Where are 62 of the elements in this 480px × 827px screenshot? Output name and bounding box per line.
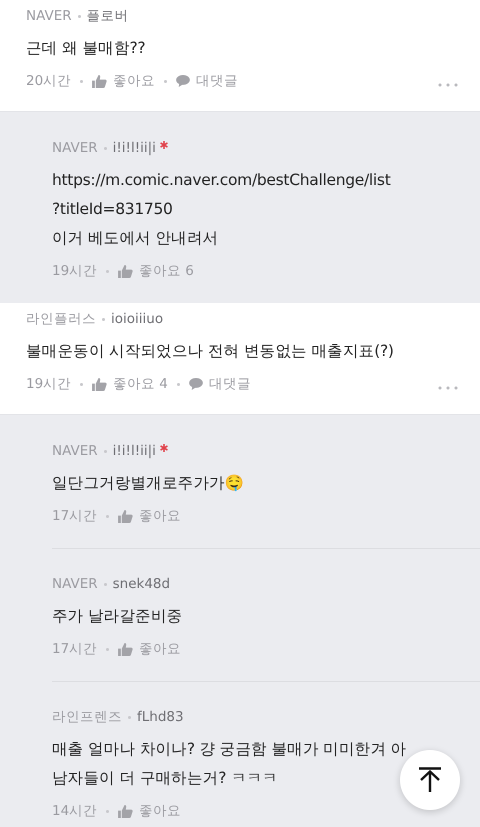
like-button[interactable]: 좋아요	[113, 375, 156, 393]
speech-bubble-icon[interactable]	[176, 75, 190, 87]
dot-separator	[106, 810, 110, 812]
username[interactable]: 플로버	[86, 7, 129, 25]
timestamp: 20시간	[26, 72, 72, 90]
comment-text: https://m.comic.naver.com/bestChallenge/list	[52, 170, 390, 191]
dot-separator	[106, 514, 110, 518]
comment-text: ?titleId=831750	[52, 199, 173, 220]
comment-source: NAVER	[52, 140, 98, 156]
arrow-up-icon	[418, 767, 442, 793]
timestamp: 19시간	[52, 262, 98, 280]
username[interactable]: snek48d	[112, 576, 170, 592]
comment-text: 남자들이 더 구매하는거? ㅋㅋㅋ	[52, 768, 278, 789]
thumbs-up-icon[interactable]	[118, 642, 134, 656]
dot-separator	[106, 270, 110, 272]
like-button[interactable]: 좋아요	[139, 507, 182, 525]
comment-source: NAVER	[52, 576, 98, 592]
comment-text: 매출 얼마나 차이나? 걍 궁금함 불매가 미미한겨 아	[52, 739, 406, 760]
dot-separator	[128, 716, 131, 718]
like-button[interactable]: 좋아요	[139, 802, 182, 820]
like-button[interactable]: 좋아요	[139, 262, 182, 280]
username[interactable]: ioioiiiuo	[111, 311, 164, 327]
dot-separator	[176, 382, 180, 386]
dot-separator	[164, 80, 168, 82]
timestamp: 17시간	[52, 640, 98, 658]
username[interactable]: i!i!l!ii|i	[112, 443, 156, 459]
timestamp: 19시간	[26, 375, 72, 393]
more-icon[interactable]	[438, 386, 458, 390]
like-count: 6	[185, 263, 194, 279]
speech-bubble-icon[interactable]	[188, 378, 203, 390]
dot-separator	[104, 146, 107, 150]
comment-source: NAVER	[26, 8, 72, 24]
dot-separator	[102, 318, 105, 320]
dot-separator	[104, 450, 107, 452]
comment-text: 불매운동이 시작되었으나 전혀 변동없는 매출지표(?)	[26, 341, 394, 362]
reply-button[interactable]: 대댓글	[196, 72, 238, 90]
like-count: 4	[159, 376, 168, 392]
dot-separator	[80, 80, 84, 82]
comment-source: 라인플러스	[26, 310, 96, 328]
reply-button[interactable]: 대댓글	[208, 375, 251, 393]
comment-source: 라인프렌즈	[52, 708, 122, 726]
like-button[interactable]: 좋아요	[139, 640, 182, 658]
more-icon[interactable]	[438, 83, 458, 87]
thumbs-up-icon[interactable]	[92, 378, 108, 390]
comment-text: 근데 왜 불매함??	[26, 38, 146, 59]
username[interactable]: fLhd83	[137, 709, 184, 725]
timestamp: 17시간	[52, 507, 98, 525]
comment-text: 이거 베도에서 안내려서	[52, 228, 218, 249]
timestamp: 14시간	[52, 802, 98, 820]
thumbs-up-icon[interactable]	[118, 804, 134, 818]
dot-separator	[106, 648, 110, 650]
comment-text: 일단그거랑별개로주가가🤤	[52, 473, 244, 494]
dot-separator	[104, 582, 107, 586]
comment-source: NAVER	[52, 443, 98, 459]
thumbs-up-icon[interactable]	[92, 74, 108, 88]
thumbs-up-icon[interactable]	[118, 264, 134, 278]
username[interactable]: i!i!l!ii|i	[112, 140, 156, 156]
like-button[interactable]: 좋아요	[113, 72, 156, 90]
dot-separator	[78, 14, 81, 18]
dot-separator	[80, 382, 84, 386]
comment-text: 주가 날라갈준비중	[52, 606, 182, 627]
thumbs-up-icon[interactable]	[118, 510, 134, 522]
